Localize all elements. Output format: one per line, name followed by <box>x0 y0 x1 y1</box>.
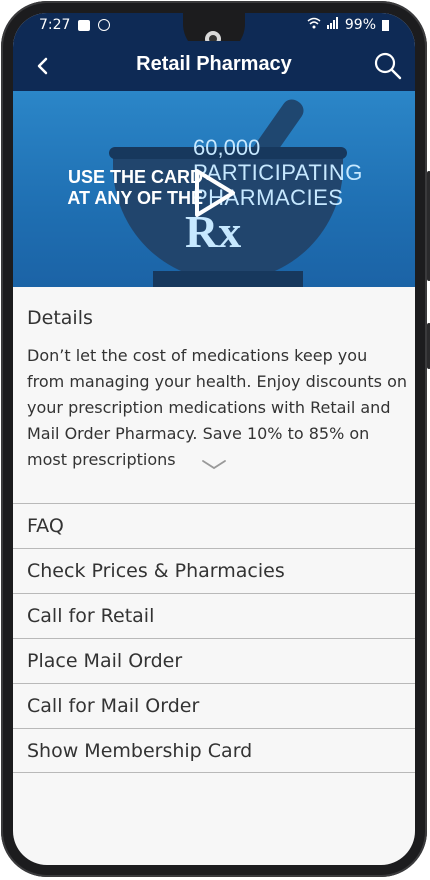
play-button[interactable] <box>191 167 237 219</box>
menu-list: FAQ Check Prices & Pharmacies Call for R… <box>13 503 415 773</box>
mortar-base-graphic <box>153 271 303 287</box>
wifi-icon <box>307 17 321 33</box>
back-button[interactable] <box>29 51 59 81</box>
video-caption-count: 60,000 <box>193 135 261 160</box>
menu-item-membership-card[interactable]: Show Membership Card <box>13 728 415 773</box>
video-player[interactable]: USE THE CARD AT ANY OF THE 60,000 PARTIC… <box>13 91 415 287</box>
status-time: 7:27 <box>39 17 71 33</box>
details-text: Don’t let the cost of medications keep y… <box>27 346 407 469</box>
search-icon <box>374 52 402 80</box>
menu-item-check-prices[interactable]: Check Prices & Pharmacies <box>13 548 415 593</box>
dnd-icon <box>98 19 111 31</box>
video-caption-left: USE THE CARD AT ANY OF THE <box>67 167 203 208</box>
chevron-left-icon <box>37 57 48 75</box>
message-icon <box>78 19 91 31</box>
chevron-down-icon <box>202 460 226 470</box>
battery-percent: 99% <box>344 17 376 33</box>
expand-details-button[interactable] <box>201 457 227 471</box>
menu-item-faq[interactable]: FAQ <box>13 503 415 548</box>
search-button[interactable] <box>371 49 405 83</box>
signal-icon <box>326 17 339 33</box>
page-title: Retail Pharmacy <box>136 53 292 75</box>
battery-icon <box>382 19 389 31</box>
menu-item-call-mail-order[interactable]: Call for Mail Order <box>13 683 415 728</box>
menu-item-place-mail-order[interactable]: Place Mail Order <box>13 638 415 683</box>
details-section: Details Don’t let the cost of medication… <box>13 287 415 503</box>
screen: 7:27 99% Retail Pharmacy USE THE CARD AT… <box>13 13 415 865</box>
phone-frame: 7:27 99% Retail Pharmacy USE THE CARD AT… <box>1 1 430 877</box>
details-heading: Details <box>27 307 93 329</box>
play-icon <box>195 169 235 217</box>
app-bar: Retail Pharmacy <box>13 41 415 91</box>
menu-item-call-retail[interactable]: Call for Retail <box>13 593 415 638</box>
